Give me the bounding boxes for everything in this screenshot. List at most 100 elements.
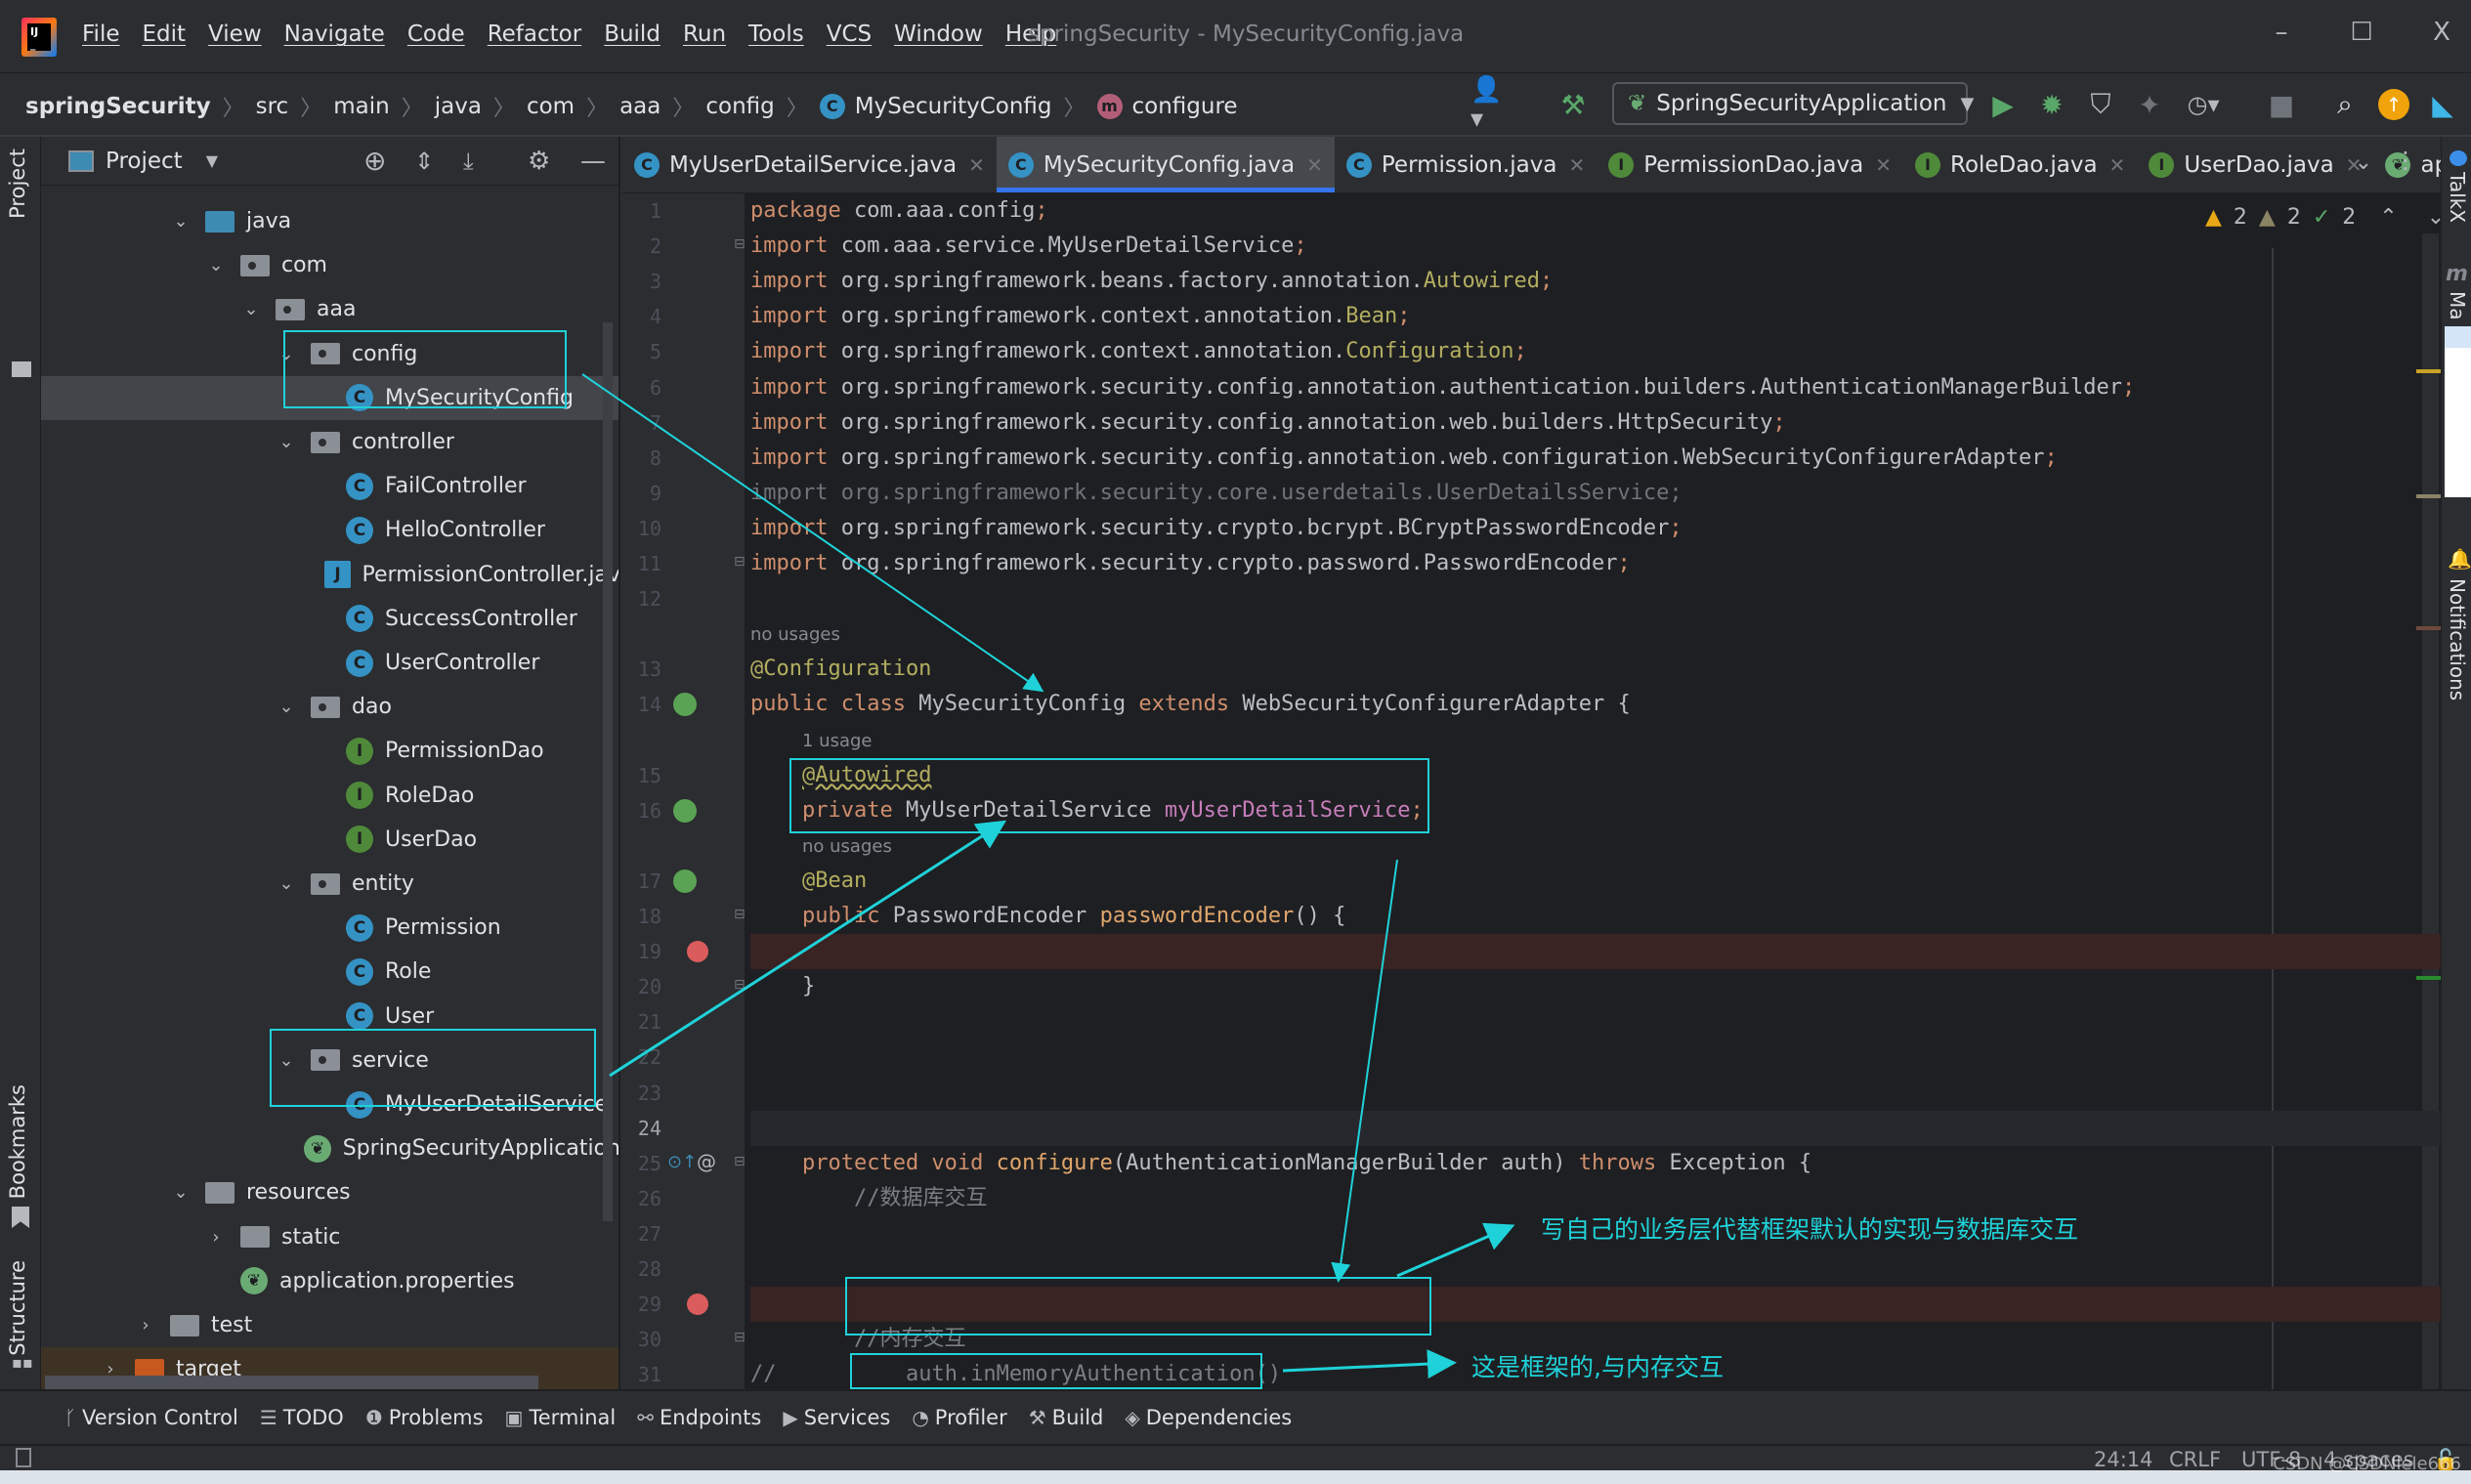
line-number[interactable]: 2 — [622, 234, 661, 258]
chevron-right-icon[interactable]: › — [135, 1315, 156, 1336]
tree-item-roledao[interactable]: I RoleDao — [41, 774, 618, 818]
tree-item-permissiondao[interactable]: I PermissionDao — [41, 729, 618, 773]
tool-todo[interactable]: ☰ TODO — [260, 1406, 344, 1429]
update-icon[interactable]: ↑ — [2374, 85, 2413, 124]
tree-item-aaa[interactable]: ⌄ aaa — [41, 287, 618, 331]
project-view-select[interactable]: Project — [106, 148, 183, 174]
close-tab-icon[interactable]: ✕ — [1568, 153, 1585, 177]
line-number[interactable]: 21 — [622, 1010, 661, 1034]
expand-all-icon[interactable]: ⇕ — [414, 148, 434, 175]
chevron-down-icon[interactable]: ⌄ — [205, 255, 227, 276]
menu-file[interactable]: File — [82, 21, 120, 47]
line-number[interactable]: 30 — [622, 1328, 661, 1351]
error-stripe-mark[interactable] — [2416, 976, 2441, 980]
breakpoint-icon[interactable] — [687, 941, 708, 963]
line-number[interactable]: 25 — [622, 1152, 661, 1175]
coverage-icon[interactable]: ⛉ — [2081, 85, 2120, 124]
tree-item-application-properties[interactable]: ❦ application.properties — [41, 1259, 618, 1303]
breadcrumb-item-main[interactable]: main — [333, 94, 389, 119]
run-configuration-select[interactable]: ❦ SpringSecurityApplication ▼ — [1612, 82, 1974, 125]
debug-icon[interactable]: ✹ — [2032, 85, 2071, 124]
tab-permission-java[interactable]: C Permission.java ✕ — [1335, 137, 1597, 192]
tab-permissiondao-java[interactable]: I PermissionDao.java ✕ — [1597, 137, 1903, 192]
menu-view[interactable]: View — [208, 21, 262, 47]
minimize-button[interactable]: – — [2257, 18, 2306, 47]
chevron-down-icon[interactable]: ⌄ — [276, 697, 297, 717]
menu-code[interactable]: Code — [407, 21, 465, 47]
error-stripe-mark[interactable] — [2416, 494, 2441, 498]
tool-endpoints[interactable]: ⚯ Endpoints — [637, 1406, 761, 1429]
breadcrumb-item-mysecurityconfig[interactable]: C MySecurityConfig — [819, 94, 1052, 119]
tab-myuserdetailservice-java[interactable]: C MyUserDetailService.java ✕ — [622, 137, 997, 192]
tab-list-chevron-icon[interactable]: ⌄ — [2355, 150, 2372, 175]
tree-item-test[interactable]: › test — [41, 1303, 618, 1347]
line-separator[interactable]: CRLF — [2169, 1448, 2221, 1471]
chevron-down-icon[interactable]: ⌄ — [276, 432, 297, 452]
build-hammer-icon[interactable]: ⚒ — [1554, 85, 1593, 124]
stop-icon[interactable]: ■ — [2262, 85, 2301, 124]
spring-bean-icon[interactable] — [673, 693, 697, 717]
tool-profiler[interactable]: ◔ Profiler — [912, 1406, 1006, 1429]
tree-vertical-scrollbar[interactable] — [603, 322, 613, 1221]
line-number[interactable]: 24 — [622, 1117, 661, 1140]
line-number[interactable]: 11 — [622, 552, 661, 575]
talkx-tool-button[interactable]: TalkX — [2446, 172, 2469, 223]
hide-panel-icon[interactable]: — — [580, 147, 606, 176]
tree-item-springsecurityapplication[interactable]: ❦ SpringSecurityApplication — [41, 1126, 618, 1170]
line-number[interactable]: 19 — [622, 940, 661, 963]
tree-item-usercontroller[interactable]: C UserController — [41, 641, 618, 685]
menu-navigate[interactable]: Navigate — [284, 21, 385, 47]
run-with-profiler-icon[interactable]: ◷▾ — [2184, 85, 2223, 124]
previous-highlight-icon[interactable]: ⌃ — [2379, 205, 2397, 230]
error-stripe-mark[interactable] — [2416, 626, 2441, 630]
vcs-user-icon[interactable]: 👤▾ — [1470, 75, 1510, 134]
tree-item-hellocontroller[interactable]: C HelloController — [41, 508, 618, 552]
line-number[interactable]: 12 — [622, 587, 661, 611]
breadcrumb-item-springsecurity[interactable]: springSecurity — [25, 94, 211, 119]
line-number[interactable]: 23 — [622, 1081, 661, 1105]
tool-problems[interactable]: ❶ Problems — [365, 1406, 484, 1429]
tab-userdao-java[interactable]: I UserDao.java ✕ — [2137, 137, 2373, 192]
bookmarks-tool-button[interactable]: Bookmarks — [6, 1084, 29, 1199]
close-button[interactable]: X — [2417, 18, 2466, 47]
chevron-down-icon[interactable]: ⌄ — [240, 299, 262, 319]
collapse-all-icon[interactable]: ⤓ — [463, 148, 474, 175]
line-number[interactable]: 22 — [622, 1045, 661, 1069]
line-number[interactable]: 15 — [622, 764, 661, 787]
tree-item-com[interactable]: ⌄ com — [41, 243, 618, 287]
chevron-down-icon[interactable]: ▼ — [206, 151, 218, 170]
line-number[interactable]: 4 — [622, 305, 661, 328]
line-number[interactable]: 31 — [622, 1363, 661, 1386]
spring-bean-method-icon[interactable] — [673, 869, 697, 893]
fold-marker-icon[interactable]: ⊟ — [734, 977, 746, 993]
tab-mysecurityconfig-java[interactable]: C MySecurityConfig.java ✕ — [996, 137, 1335, 192]
chevron-down-icon[interactable]: ⌄ — [170, 211, 192, 232]
menu-window[interactable]: Window — [894, 21, 983, 47]
menu-edit[interactable]: Edit — [143, 21, 187, 47]
breadcrumb-item-src[interactable]: src — [256, 94, 289, 119]
fold-marker-icon[interactable]: ⊟ — [734, 554, 746, 570]
line-number[interactable]: 3 — [622, 270, 661, 293]
tree-item-failcontroller[interactable]: C FailController — [41, 464, 618, 508]
editor-scrollbar[interactable] — [2422, 233, 2439, 1389]
line-number[interactable]: 18 — [622, 905, 661, 928]
chevron-down-icon[interactable]: ⌄ — [276, 873, 297, 894]
menu-tools[interactable]: Tools — [748, 21, 804, 47]
tree-item-permission[interactable]: C Permission — [41, 906, 618, 950]
fold-marker-icon[interactable]: ⊟ — [734, 1330, 746, 1345]
menu-run[interactable]: Run — [683, 21, 726, 47]
tree-item-java[interactable]: ⌄ java — [41, 199, 618, 243]
line-number[interactable]: 8 — [622, 446, 661, 470]
close-tab-icon[interactable]: ✕ — [1875, 153, 1892, 177]
line-number[interactable]: 1 — [622, 199, 661, 223]
run-icon[interactable]: ▶ — [1983, 85, 2023, 124]
tree-item-role[interactable]: C Role — [41, 950, 618, 994]
tool-dependencies[interactable]: ◈ Dependencies — [1125, 1406, 1292, 1429]
tree-item-dao[interactable]: ⌄ dao — [41, 685, 618, 729]
search-icon[interactable]: ⌕ — [2325, 85, 2364, 124]
tool-services[interactable]: ▶ Services — [783, 1406, 890, 1429]
line-number[interactable]: 17 — [622, 869, 661, 893]
spring-autowired-icon[interactable] — [673, 798, 697, 823]
tree-item-resources[interactable]: ⌄ resources — [41, 1170, 618, 1214]
menu-vcs[interactable]: VCS — [827, 21, 872, 47]
